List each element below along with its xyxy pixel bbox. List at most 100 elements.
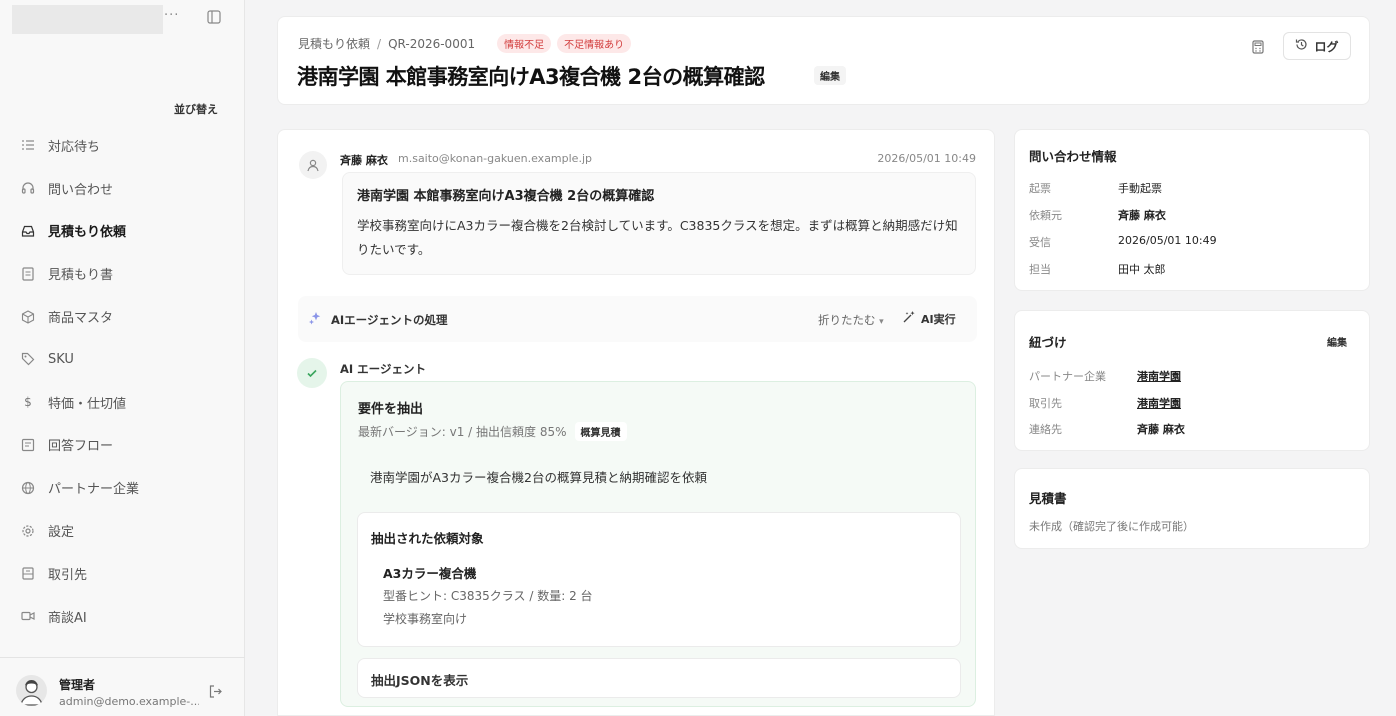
status-badge-info-missing: 情報不足 bbox=[497, 34, 552, 53]
inbox-icon bbox=[20, 223, 36, 239]
info-value: 手動起票 bbox=[1118, 182, 1162, 195]
sidebar-item-clients[interactable]: 取引先 bbox=[0, 552, 245, 595]
info-row: 依頼元 斉藤 麻衣 bbox=[1029, 207, 1166, 223]
inquiry-info-card: 問い合わせ情報 起票 手動起票 依頼元 斉藤 麻衣 受信 2026/05/01 … bbox=[1014, 129, 1370, 291]
quote-status-note: 未作成（確認完了後に作成可能） bbox=[1029, 520, 1194, 533]
info-value: 斉藤 麻衣 bbox=[1118, 209, 1166, 222]
sidebar-collapse-icon[interactable] bbox=[207, 10, 221, 24]
user-name: 管理者 bbox=[59, 678, 96, 692]
link-row: パートナー企業 港南学園 bbox=[1029, 368, 1181, 384]
logout-icon[interactable] bbox=[208, 684, 223, 699]
requirement-meta: 最新バージョン: v1 / 抽出信頼度 85% 概算見積 bbox=[358, 422, 627, 441]
info-key: 担当 bbox=[1029, 263, 1051, 276]
sidebar-item-label: 設定 bbox=[48, 525, 75, 541]
edit-title-button[interactable]: 編集 bbox=[814, 66, 846, 85]
target-item-hint: 型番ヒント: C3835クラス / 数量: 2 台 bbox=[383, 589, 593, 603]
sidebar-item-settings[interactable]: 設定 bbox=[0, 509, 245, 552]
sidebar-item-sku[interactable]: SKU bbox=[0, 338, 245, 381]
sidebar-item-label: 問い合わせ bbox=[48, 182, 114, 198]
calculator-icon[interactable] bbox=[1248, 37, 1268, 57]
extracted-targets-box: 抽出された依頼対象 A3カラー複合機 型番ヒント: C3835クラス / 数量:… bbox=[357, 512, 961, 647]
log-button[interactable]: ログ bbox=[1283, 32, 1351, 60]
check-icon bbox=[297, 358, 327, 388]
sidebar-item-label: 回答フロー bbox=[48, 439, 114, 455]
sidebar-item-label: 商談AI bbox=[48, 610, 87, 626]
requirement-title: 要件を抽出 bbox=[358, 402, 424, 417]
avatar[interactable] bbox=[16, 675, 47, 706]
box-icon bbox=[20, 309, 36, 325]
link-key: パートナー企業 bbox=[1029, 370, 1106, 383]
ai-run-button[interactable]: AI実行 bbox=[902, 310, 956, 327]
history-icon bbox=[1295, 38, 1308, 54]
collapse-toggle[interactable]: 折りたたむ ▾ bbox=[818, 312, 884, 328]
page-header: 見積もり依頼 / QR-2026-0001 情報不足 不足情報あり 港南学園 本… bbox=[277, 16, 1370, 105]
document-icon bbox=[20, 266, 36, 282]
sidebar-item-label: 見積もり依頼 bbox=[48, 225, 127, 241]
status-badge-missing-details: 不足情報あり bbox=[557, 34, 632, 53]
message-body: 学校事務室向けにA3カラー複合機を2台検討しています。C3835クラスを想定。ま… bbox=[357, 218, 958, 257]
client-link[interactable]: 港南学園 bbox=[1137, 395, 1181, 411]
sidebar-item-products[interactable]: 商品マスタ bbox=[0, 295, 245, 338]
more-icon[interactable]: ··· bbox=[164, 8, 179, 23]
sidebar-item-label: 対応待ち bbox=[48, 139, 101, 155]
building-icon bbox=[20, 565, 36, 581]
request-detail-panel: 斉藤 麻衣 m.saito@konan-gakuen.example.jp 20… bbox=[277, 129, 995, 716]
contact-value: 斉藤 麻衣 bbox=[1137, 423, 1185, 436]
sidebar-item-label: 商品マスタ bbox=[48, 311, 114, 327]
headset-icon bbox=[20, 180, 36, 196]
target-item-name: A3カラー複合機 bbox=[383, 566, 477, 581]
partner-link[interactable]: 港南学園 bbox=[1137, 368, 1181, 384]
sidebar-item-label: 特価・仕切値 bbox=[48, 396, 127, 412]
ai-process-title: AIエージェントの処理 bbox=[331, 313, 448, 327]
sidebar-item-special-prices[interactable]: $ 特価・仕切値 bbox=[0, 381, 245, 424]
link-row: 連絡先 斉藤 麻衣 bbox=[1029, 421, 1185, 437]
info-key: 依頼元 bbox=[1029, 209, 1062, 222]
log-button-label: ログ bbox=[1314, 39, 1339, 54]
link-key: 連絡先 bbox=[1029, 423, 1062, 436]
sidebar-item-inquiries[interactable]: 問い合わせ bbox=[0, 167, 245, 210]
sidebar-item-answer-flow[interactable]: 回答フロー bbox=[0, 424, 245, 467]
quote-title: 見積書 bbox=[1029, 491, 1067, 506]
request-id: QR-2026-0001 bbox=[388, 36, 476, 51]
page-title: 港南学園 本館事務室向けA3複合機 2台の概算確認 bbox=[297, 65, 765, 89]
video-icon bbox=[20, 608, 36, 624]
extracted-targets-title: 抽出された依頼対象 bbox=[371, 531, 484, 546]
chevron-down-icon: ▾ bbox=[879, 317, 884, 327]
sparkle-icon bbox=[308, 311, 322, 325]
inquiry-info-title: 問い合わせ情報 bbox=[1029, 149, 1117, 164]
version-confidence-text: 最新バージョン: v1 / 抽出信頼度 85% bbox=[358, 425, 567, 439]
gear-icon bbox=[20, 523, 36, 539]
sidebar-item-quote-requests[interactable]: 見積もり依頼 bbox=[0, 210, 245, 253]
link-row: 取引先 港南学園 bbox=[1029, 395, 1181, 411]
sidebar-nav: 対応待ち 問い合わせ 見積もり依頼 見積もり書 商品マスタ SKU $ 特価・仕… bbox=[0, 124, 245, 638]
magic-wand-icon bbox=[902, 310, 916, 327]
user-panel: 管理者 admin@demo.example-... bbox=[0, 657, 245, 716]
dollar-icon: $ bbox=[24, 395, 32, 410]
sidebar-item-label: 見積もり書 bbox=[48, 268, 114, 284]
info-key: 受信 bbox=[1029, 236, 1051, 249]
quote-card: 見積書 未作成（確認完了後に作成可能） bbox=[1014, 468, 1370, 549]
sidebar-item-sales-ai[interactable]: 商談AI bbox=[0, 595, 245, 638]
link-key: 取引先 bbox=[1029, 397, 1062, 410]
globe-icon bbox=[20, 480, 36, 496]
ai-agent-label: AI エージェント bbox=[340, 362, 426, 376]
sidebar: ··· 並び替え 対応待ち 問い合わせ 見積もり依頼 見積もり書 商品マスタ S… bbox=[0, 0, 245, 716]
info-row: 受信 2026/05/01 10:49 bbox=[1029, 234, 1217, 250]
sort-button[interactable]: 並び替え bbox=[174, 101, 218, 117]
collapse-label: 折りたたむ bbox=[818, 313, 876, 327]
user-icon bbox=[299, 151, 327, 179]
message-timestamp: 2026/05/01 10:49 bbox=[877, 152, 976, 165]
flow-icon bbox=[20, 437, 36, 453]
sidebar-item-partners[interactable]: パートナー企業 bbox=[0, 466, 245, 509]
links-edit-button[interactable]: 編集 bbox=[1327, 334, 1347, 349]
requirement-summary: 港南学園がA3カラー複合機2台の概算見積と納期確認を依頼 bbox=[370, 470, 707, 485]
breadcrumb: 見積もり依頼 / QR-2026-0001 情報不足 不足情報あり bbox=[298, 34, 632, 53]
sidebar-item-quotes[interactable]: 見積もり書 bbox=[0, 252, 245, 295]
info-row: 担当 田中 太郎 bbox=[1029, 261, 1166, 277]
info-row: 起票 手動起票 bbox=[1029, 180, 1162, 196]
links-card: 紐づけ 編集 パートナー企業 港南学園 取引先 港南学園 連絡先 斉藤 麻衣 bbox=[1014, 310, 1370, 451]
sidebar-item-pending[interactable]: 対応待ち bbox=[0, 124, 245, 167]
show-json-toggle[interactable]: 抽出JSONを表示 bbox=[357, 658, 961, 698]
breadcrumb-parent-link[interactable]: 見積もり依頼 bbox=[298, 35, 370, 52]
info-value: 2026/05/01 10:49 bbox=[1118, 234, 1217, 247]
